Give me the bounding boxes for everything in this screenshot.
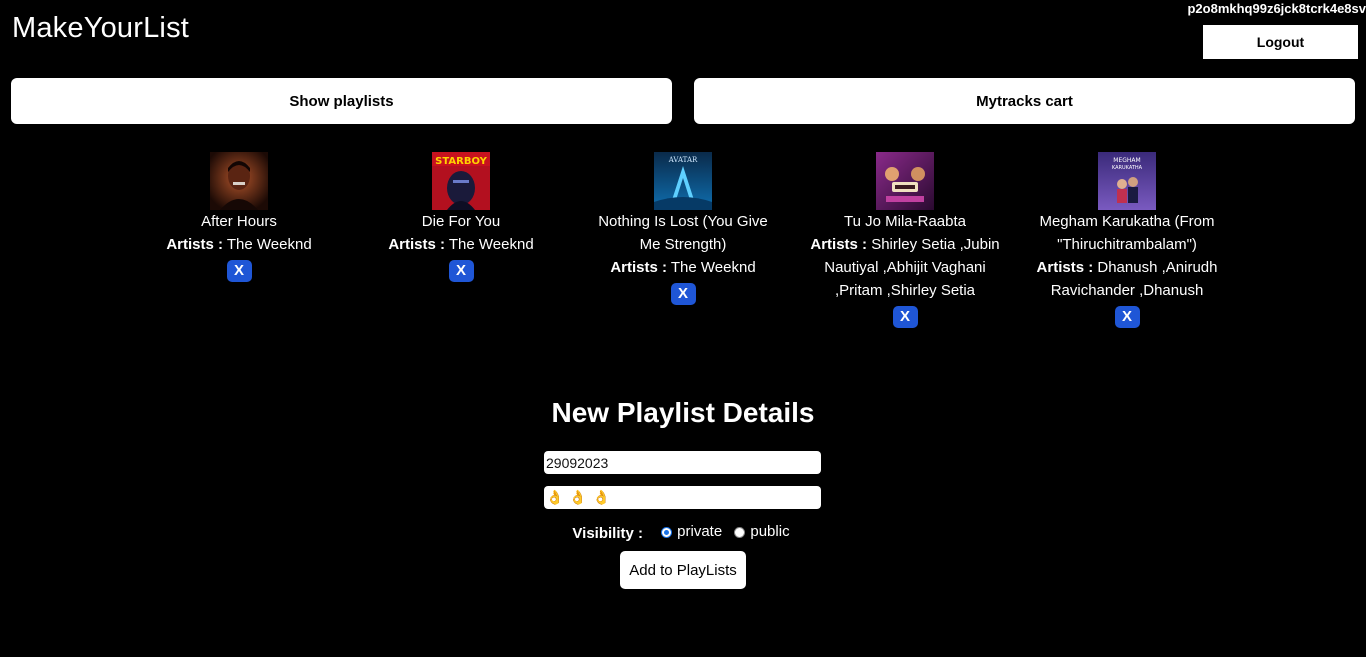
- user-id: p2o8mkhq99z6jck8tcrk4e8sv: [1187, 1, 1366, 16]
- album-cover-starboy-icon: STARBOY: [432, 152, 490, 210]
- track-card: Tu Jo Mila-Raabta Artists : Shirley Seti…: [810, 152, 1000, 328]
- artists-label: Artists :: [166, 236, 223, 253]
- logout-button[interactable]: Logout: [1203, 25, 1358, 59]
- mytracks-cart-button[interactable]: Mytracks cart: [694, 78, 1355, 124]
- album-cover-avatar-icon: AVATAR: [654, 152, 712, 210]
- visibility-public-option[interactable]: public: [734, 521, 790, 543]
- artists-label: Artists :: [610, 259, 667, 276]
- album-cover-megham-icon: MEGHAM KARUKATHA: [1098, 152, 1156, 210]
- add-to-playlists-button[interactable]: Add to PlayLists: [620, 551, 746, 589]
- page: MakeYourList p2o8mkhq99z6jck8tcrk4e8sv L…: [0, 0, 1366, 657]
- remove-track-button[interactable]: X: [1114, 306, 1140, 328]
- public-label: public: [750, 523, 790, 540]
- app-title: MakeYourList: [12, 12, 190, 44]
- track-title: Die For You: [421, 213, 501, 230]
- track-title: Nothing Is Lost (You Give Me Strength): [598, 213, 768, 253]
- artists-value: The Weeknd: [667, 259, 756, 276]
- remove-track-button[interactable]: X: [226, 260, 252, 282]
- track-card: After Hours Artists : The Weeknd X: [144, 152, 334, 282]
- artists-label: Artists :: [810, 236, 868, 253]
- artists-label: Artists :: [388, 236, 445, 253]
- new-playlist-title: New Playlist Details: [551, 397, 815, 428]
- track-artists: Artists : Dhanush ,Anirudh Ravichander ,…: [1032, 256, 1222, 302]
- private-radio[interactable]: [661, 526, 673, 538]
- public-radio[interactable]: [734, 526, 746, 538]
- remove-track-button[interactable]: X: [670, 283, 696, 305]
- visibility-private-option[interactable]: private: [661, 521, 722, 543]
- track-title: After Hours: [201, 213, 277, 230]
- svg-text:AVATAR: AVATAR: [668, 156, 698, 164]
- remove-track-button[interactable]: X: [448, 260, 474, 282]
- track-artists: Artists : The Weeknd: [144, 233, 334, 256]
- track-card: STARBOY Die For You Artists : The Weeknd…: [366, 152, 556, 282]
- track-title: Megham Karukatha (From "Thiruchitrambala…: [1039, 213, 1215, 253]
- remove-track-button[interactable]: X: [892, 306, 918, 328]
- track-artists: Artists : The Weeknd: [588, 256, 778, 279]
- show-playlists-button[interactable]: Show playlists: [11, 78, 672, 124]
- svg-text:MEGHAM: MEGHAM: [1113, 157, 1140, 164]
- private-label: private: [677, 523, 723, 540]
- artists-label: Artists :: [1036, 259, 1094, 276]
- visibility-label: Visibility :: [572, 524, 643, 542]
- track-artists: Artists : Shirley Setia ,Jubin Nautiyal …: [810, 233, 1000, 302]
- artists-value: The Weeknd: [445, 236, 534, 253]
- track-artists: Artists : The Weeknd: [366, 233, 556, 256]
- svg-text:KARUKATHA: KARUKATHA: [1112, 165, 1143, 171]
- album-cover-raabta-icon: [876, 152, 934, 210]
- visibility-group: Visibility : private public: [0, 521, 1366, 545]
- track-card: MEGHAM KARUKATHA Megham Karukatha (From …: [1032, 152, 1222, 328]
- svg-text:STARBOY: STARBOY: [435, 156, 487, 167]
- playlist-name-input[interactable]: [544, 451, 821, 474]
- playlist-description-input[interactable]: [544, 486, 821, 509]
- track-card: AVATAR Nothing Is Lost (You Give Me Stre…: [588, 152, 778, 305]
- artists-value: The Weeknd: [223, 236, 312, 253]
- track-title: Tu Jo Mila-Raabta: [844, 213, 966, 230]
- album-cover-after-hours-icon: [210, 152, 268, 210]
